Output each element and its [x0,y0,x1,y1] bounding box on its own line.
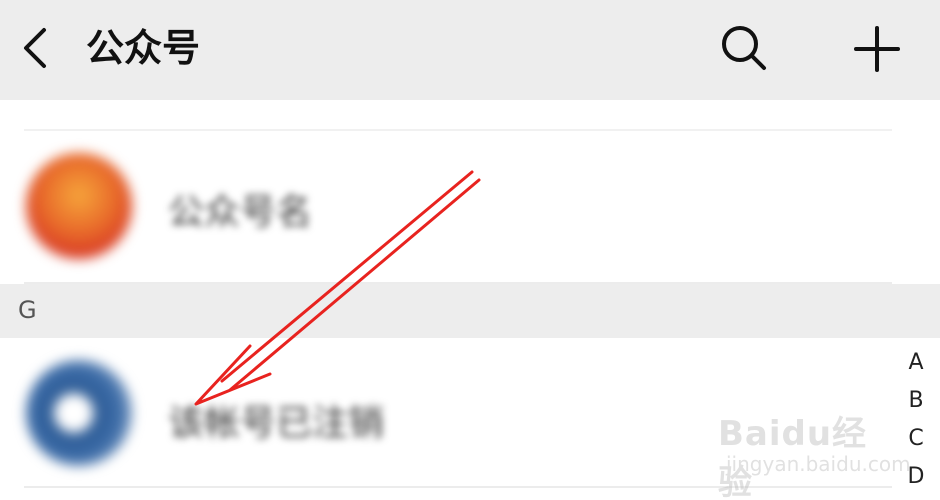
add-button[interactable] [850,22,904,76]
plus-icon [854,26,900,72]
avatar [26,153,132,259]
index-letter-b[interactable]: B [896,382,936,420]
section-letter: G [18,296,37,324]
account-name: 该帐号已注销 [168,403,385,444]
section-header: G [0,284,940,338]
chevron-left-icon [24,28,46,68]
back-button[interactable] [14,26,58,70]
watermark-url: jingyan.baidu.com [726,452,911,476]
top-bar: 公众号 [0,0,940,100]
page-title: 公众号 [86,26,201,70]
list-item[interactable]: 公众号名 [0,131,940,284]
index-letter-a[interactable]: A [896,344,936,382]
avatar [26,360,132,466]
search-button[interactable] [718,22,768,72]
watermark: Baidu经验 jingyan.baidu.com [718,400,911,500]
search-icon [722,26,766,70]
account-name: 公众号名 [168,192,313,233]
